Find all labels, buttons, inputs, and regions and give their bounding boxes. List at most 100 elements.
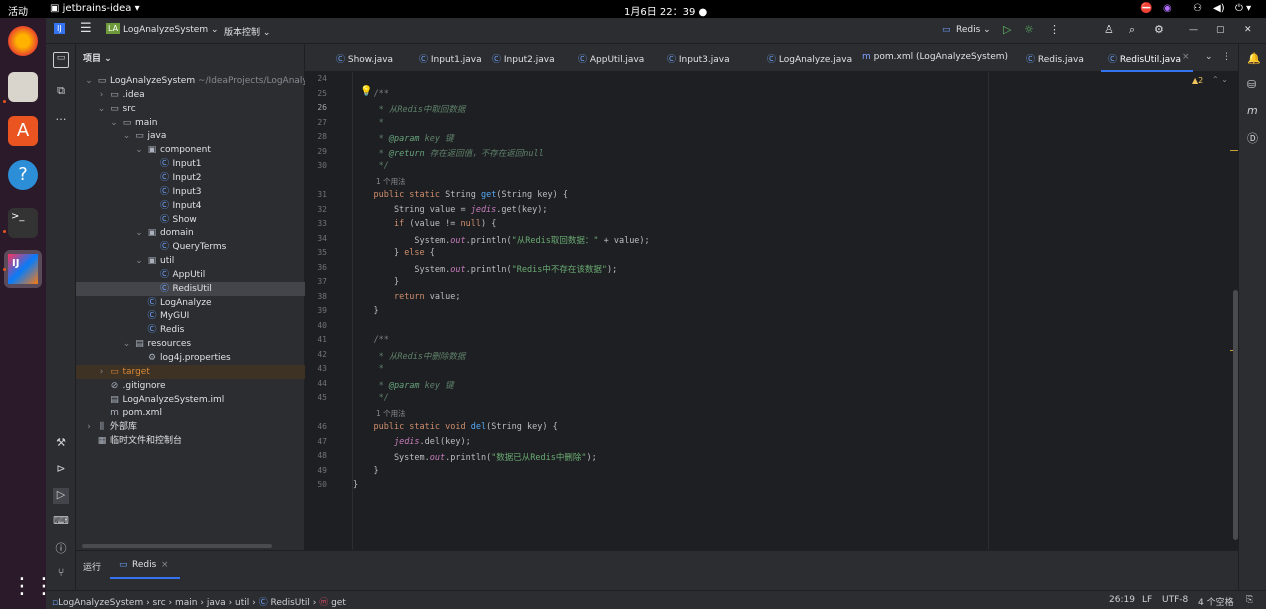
database-icon[interactable]: ⛁	[1247, 78, 1256, 91]
tree-item[interactable]: ⌄ ▣ domain	[76, 226, 305, 240]
tree-item[interactable]: Ⓒ Redis	[76, 323, 305, 337]
main-menu-icon[interactable]: ☰	[80, 21, 92, 36]
line-number[interactable]: 39	[305, 306, 327, 315]
search-icon[interactable]: ⌕	[1129, 23, 1135, 37]
tab-more-icon[interactable]: ⋮	[1222, 52, 1231, 62]
code-line[interactable]: String value = jedis.get(key);	[353, 205, 548, 215]
line-number[interactable]: 44	[305, 379, 327, 388]
code-line[interactable]: *	[353, 118, 384, 128]
terminal-icon[interactable]: >_	[8, 208, 38, 238]
software-icon[interactable]: A	[8, 116, 38, 146]
services-icon[interactable]: ⊳	[53, 462, 69, 478]
editor-tab[interactable]: Ⓒ Input1.java	[419, 52, 482, 65]
close-window-icon[interactable]: ✕	[1244, 25, 1252, 35]
code-line[interactable]: * @param key 键	[353, 132, 454, 144]
code-line[interactable]: }	[353, 480, 358, 490]
vcs-menu[interactable]: 版本控制 ⌄	[224, 25, 270, 38]
code-line[interactable]: }	[353, 306, 378, 316]
code-line[interactable]: * @return 存在返回值，不存在返回null	[353, 147, 544, 159]
tree-item[interactable]: ⚙ log4j.properties	[76, 351, 305, 365]
tree-item[interactable]: ▤ LogAnalyzeSystem.iml	[76, 393, 305, 407]
tab-list-icon[interactable]: ⌄	[1205, 52, 1213, 62]
code-line[interactable]: jedis.del(key);	[353, 437, 471, 447]
terminal-tool-icon[interactable]: ⌨	[53, 514, 69, 530]
code-line[interactable]: }	[353, 466, 378, 476]
activities-button[interactable]: 活动	[8, 3, 28, 18]
tree-item[interactable]: ⌄ ▣ component	[76, 143, 305, 157]
editor-tab[interactable]: Ⓒ Redis.java	[1026, 52, 1084, 65]
project-tool-icon[interactable]: ▭	[53, 52, 69, 68]
line-number[interactable]: 27	[305, 118, 327, 127]
firefox-icon[interactable]	[8, 26, 38, 56]
line-number[interactable]: 33	[305, 219, 327, 228]
restore-icon[interactable]: ▢	[1216, 25, 1225, 35]
close-tab-icon[interactable]: ×	[1182, 52, 1190, 62]
tree-item[interactable]: ⌄ ▤ resources	[76, 337, 305, 351]
expand-arrow-icon[interactable]: ⌄	[122, 129, 132, 143]
line-number[interactable]: 26	[305, 103, 327, 112]
line-number[interactable]: 25	[305, 89, 327, 98]
breadcrumb-item[interactable]: LogAnalyzeSystem	[58, 598, 143, 608]
power-icon[interactable]: ⏻ ▾	[1235, 3, 1251, 14]
bulb-icon[interactable]: 💡	[360, 86, 372, 97]
close-run-tab-icon[interactable]: ×	[161, 560, 169, 570]
volume-icon[interactable]: ◀)	[1213, 3, 1225, 14]
line-number[interactable]: 37	[305, 277, 327, 286]
editor-tab[interactable]: Ⓒ AppUtil.java	[578, 52, 644, 65]
tree-item[interactable]: Ⓒ MyGUI	[76, 309, 305, 323]
tree-item[interactable]: Ⓒ Input4	[76, 199, 305, 213]
line-number[interactable]: 36	[305, 263, 327, 272]
expand-arrow-icon[interactable]: ⌄	[134, 143, 144, 157]
run-config-selector[interactable]: Redis ⌄	[956, 25, 991, 35]
tree-item[interactable]: Ⓒ Show	[76, 213, 305, 227]
editor-tab[interactable]: m pom.xml (LogAnalyzeSystem)	[862, 52, 1008, 62]
code-line[interactable]: */	[353, 161, 389, 171]
nav-arrows-icon[interactable]: ⌃ ⌄	[1212, 75, 1228, 84]
expand-arrow-icon[interactable]: ⌄	[109, 116, 119, 130]
expand-arrow-icon[interactable]: ›	[84, 420, 94, 434]
code-line[interactable]: *	[353, 364, 384, 374]
code-line[interactable]: /**	[353, 335, 388, 345]
tree-item[interactable]: ⊘ .gitignore	[76, 379, 305, 393]
clock[interactable]: 1月6日 22：39 ●	[624, 3, 707, 18]
line-number[interactable]: 49	[305, 466, 327, 475]
maven-icon[interactable]: m	[1247, 104, 1258, 117]
tree-item[interactable]: Ⓒ QueryTerms	[76, 240, 305, 254]
add-user-icon[interactable]: ♙	[1104, 23, 1114, 36]
code-line[interactable]: * 从Redis中删除数据	[353, 350, 466, 362]
warning-mark[interactable]	[1230, 150, 1238, 151]
network-icon[interactable]: ⚇	[1193, 3, 1202, 14]
more-tools-icon[interactable]: …	[53, 110, 69, 126]
line-number[interactable]: 28	[305, 132, 327, 141]
tree-item[interactable]: ▦ 临时文件和控制台	[76, 434, 305, 448]
horizontal-scrollbar[interactable]	[82, 544, 272, 548]
breadcrumb-item[interactable]: src	[153, 598, 166, 608]
notification-icon[interactable]: ⛔	[1140, 3, 1152, 14]
line-number[interactable]: 38	[305, 292, 327, 301]
line-number[interactable]: 41	[305, 335, 327, 344]
expand-arrow-icon[interactable]: ⌄	[134, 254, 144, 268]
tree-item[interactable]: Ⓒ RedisUtil	[76, 281, 305, 296]
tree-item[interactable]: ⌄ ▭ LogAnalyzeSystem ~/IdeaProjects/LogAna…	[76, 74, 351, 88]
app-menu[interactable]: ▣ jetbrains-idea ▾	[50, 3, 140, 14]
line-number[interactable]: 42	[305, 350, 327, 359]
tree-item[interactable]: ⌄ ▭ main	[76, 116, 305, 130]
expand-arrow-icon[interactable]: ›	[97, 88, 107, 102]
line-number[interactable]: 32	[305, 205, 327, 214]
code-line[interactable]: }	[353, 277, 399, 287]
line-number[interactable]: 50	[305, 480, 327, 489]
breadcrumb-item[interactable]: util	[235, 598, 249, 608]
editor-tab[interactable]: Ⓒ Show.java	[336, 52, 393, 65]
code-editor[interactable]: /** * 从Redis中取回数据 * * @param key 键 * @re…	[353, 72, 1238, 550]
editor-tab[interactable]: Ⓒ Input2.java	[492, 52, 555, 65]
code-line[interactable]: public static String get(String key) {	[353, 190, 568, 200]
more-actions-icon[interactable]: ⋮	[1049, 23, 1060, 36]
line-number[interactable]: 48	[305, 451, 327, 460]
line-number[interactable]: 43	[305, 364, 327, 373]
minimize-icon[interactable]: —	[1189, 25, 1198, 35]
line-number[interactable]: 30	[305, 161, 327, 170]
tree-item[interactable]: ⌄ ▭ src	[76, 102, 305, 116]
tree-item[interactable]: › ⫼ 外部库	[76, 420, 305, 434]
breadcrumb-item[interactable]: main	[175, 598, 198, 608]
lock-icon[interactable]: ⎘	[1246, 595, 1253, 605]
